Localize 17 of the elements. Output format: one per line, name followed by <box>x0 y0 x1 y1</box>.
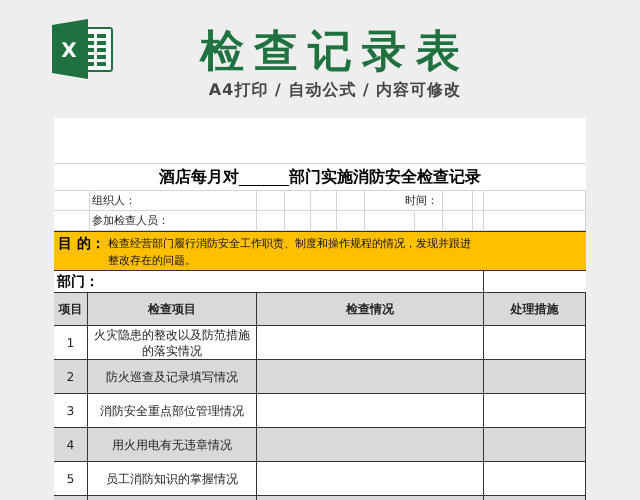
purpose-label: 目 的： <box>58 235 105 254</box>
time-label: 时间： <box>365 191 443 211</box>
page-title: 检查记录表 <box>200 26 470 77</box>
table-cell: 4 <box>54 428 88 462</box>
table-cell: 2 <box>54 360 88 394</box>
column-header: 检查情况 <box>257 293 484 326</box>
column-header: 处理措施 <box>484 293 586 326</box>
sheet-title: 酒店每月对 <box>159 166 239 188</box>
column-header: 项目 <box>54 293 88 326</box>
table-cell: 用火用电有无违章情况 <box>88 428 257 462</box>
sheet-title: 部门实施消防安全检查记录 <box>289 166 481 188</box>
department-label: 部门： <box>54 271 484 292</box>
column-header: 检查项目 <box>88 293 257 326</box>
page-subtitle: A4打印 / 自动公式 / 内容可修改 <box>208 80 462 99</box>
purpose-text: 检查经营部门履行消防安全工作职责、制度和操作规程的情况，发现并跟进整改存在的问题。 <box>108 236 472 267</box>
organizer-label: 组织人： <box>90 191 257 211</box>
table-cell: 防火巡查及记录填写情况 <box>88 360 257 394</box>
